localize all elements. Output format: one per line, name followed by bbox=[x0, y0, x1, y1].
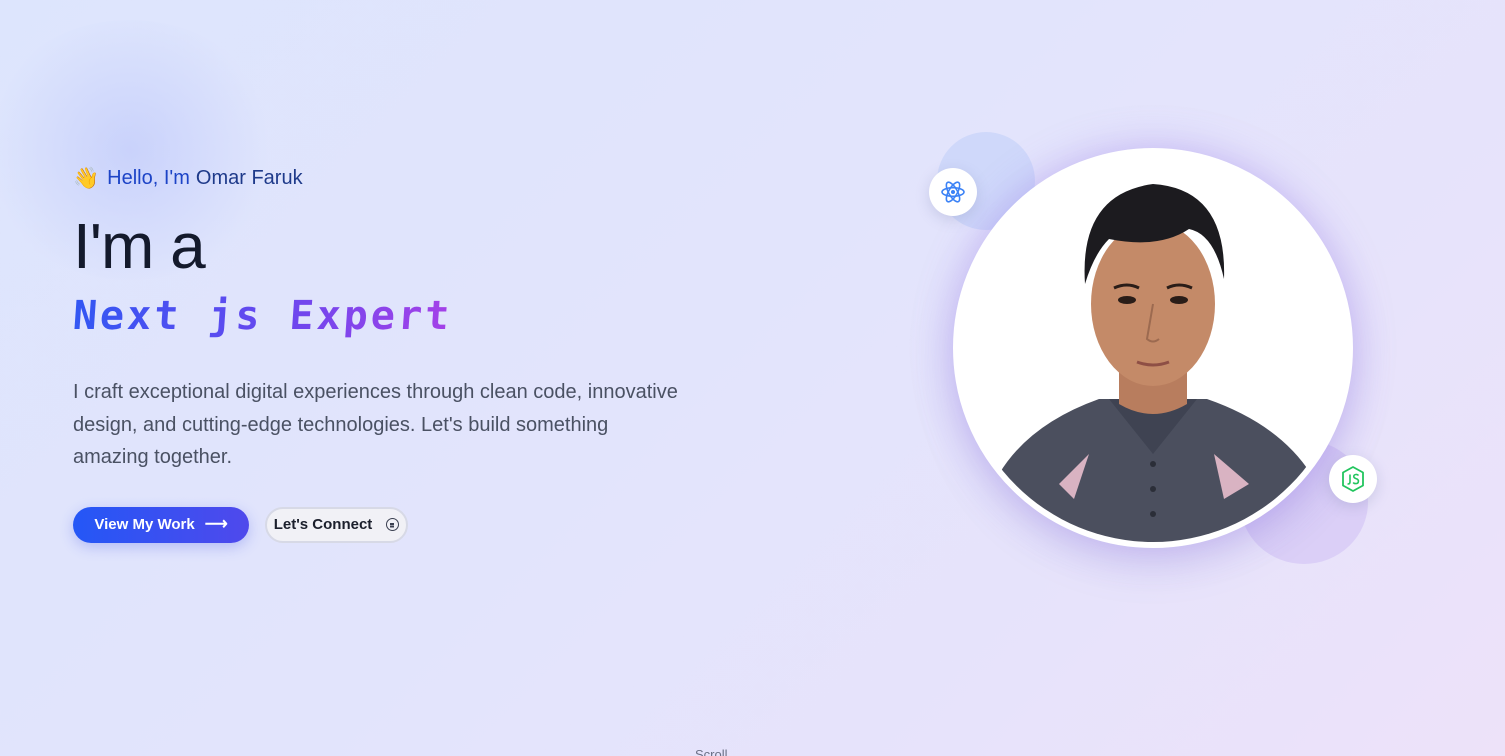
lets-connect-label: Let's Connect bbox=[273, 516, 373, 533]
view-my-work-button[interactable]: View My Work ⟶ bbox=[73, 506, 249, 543]
chat-bubble-icon bbox=[386, 518, 400, 531]
scroll-hint[interactable]: Scroll bbox=[695, 747, 728, 756]
waving-hand-icon: 👋 bbox=[73, 166, 100, 190]
greeting-name: Omar Faruk bbox=[195, 166, 303, 189]
react-badge bbox=[929, 168, 977, 216]
greeting-prefix: Hello, I'm bbox=[107, 166, 190, 189]
react-icon bbox=[941, 181, 965, 203]
arrow-right-icon: ⟶ bbox=[204, 515, 228, 533]
greeting: 👋 Hello, I'm Omar Faruk bbox=[73, 163, 713, 193]
hero-description: I craft exceptional digital experiences … bbox=[73, 381, 678, 468]
typed-role: Next js Expert bbox=[71, 293, 454, 339]
lets-connect-button[interactable]: Let's Connect bbox=[265, 506, 408, 543]
hero-actions: View My Work ⟶ Let's Connect bbox=[73, 506, 713, 543]
view-my-work-label: View My Work bbox=[94, 516, 195, 533]
headline: I'm a bbox=[73, 210, 206, 282]
hero-section: 👋 Hello, I'm Omar Faruk I'm a Next js Ex… bbox=[71, 163, 713, 543]
nodejs-icon bbox=[1342, 466, 1364, 492]
profile-photo bbox=[953, 148, 1353, 548]
nodejs-badge bbox=[1329, 455, 1377, 503]
